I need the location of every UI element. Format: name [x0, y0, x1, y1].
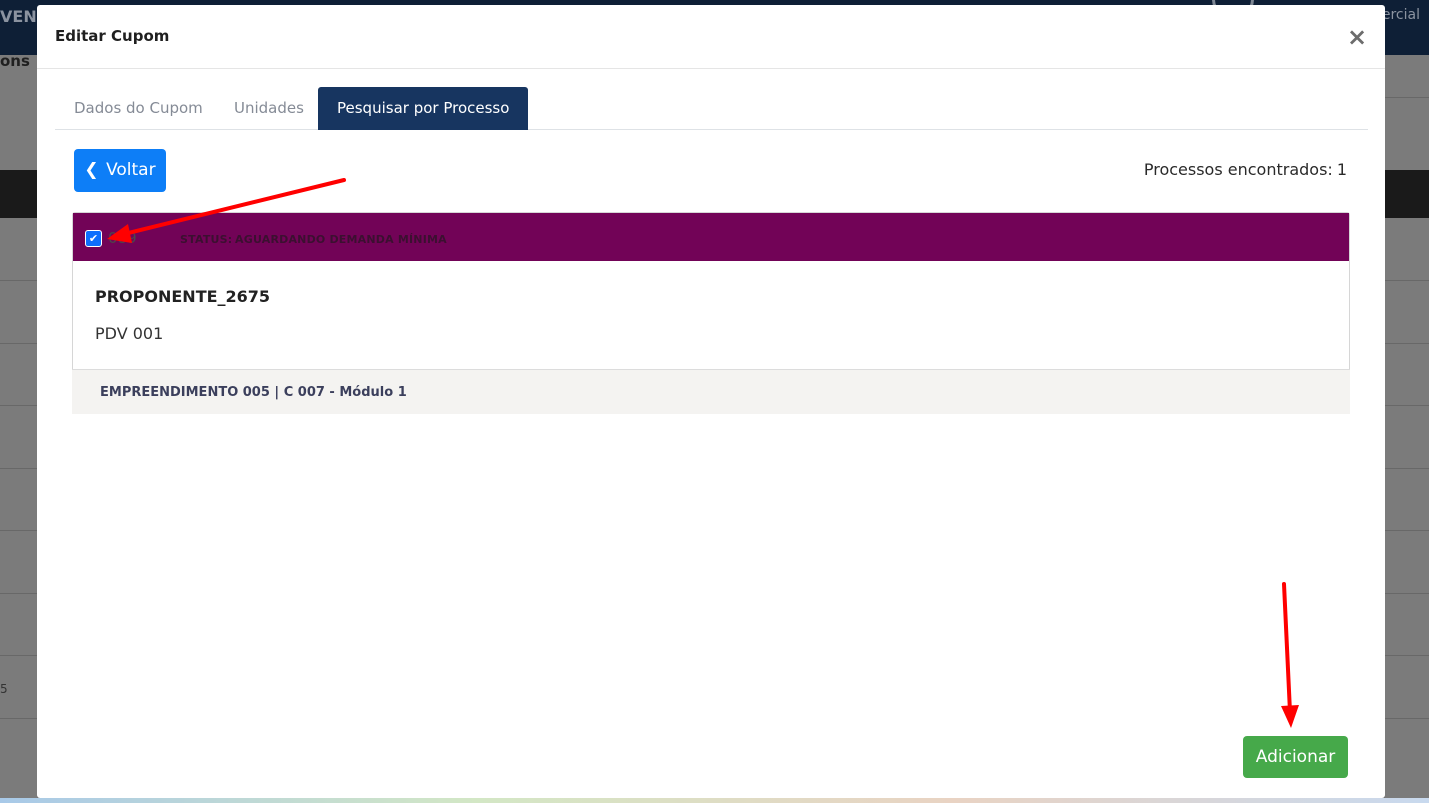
- background-row-divider: [1385, 405, 1429, 406]
- background-row-divider: [1385, 97, 1429, 98]
- background-user-text: ercial: [1381, 7, 1420, 23]
- checkmark-icon: ✔: [88, 232, 99, 245]
- background-row-divider: [1385, 468, 1429, 469]
- tab-pesquisar-por-processo[interactable]: Pesquisar por Processo: [318, 87, 529, 130]
- background-row-divider: [0, 655, 37, 656]
- background-row-divider: [1385, 593, 1429, 594]
- back-button[interactable]: ❮ Voltar: [74, 149, 166, 192]
- background-row-divider: [1385, 280, 1429, 281]
- background-row-divider: [0, 343, 37, 344]
- add-button[interactable]: Adicionar: [1243, 736, 1348, 778]
- background-row-divider: [0, 593, 37, 594]
- process-pdv: PDV 001: [95, 324, 164, 343]
- processes-found-label: Processos encontrados:: [1143, 160, 1333, 179]
- tab-dados-do-cupom[interactable]: Dados do Cupom: [55, 87, 222, 130]
- background-row-divider: [1385, 718, 1429, 719]
- background-row-divider: [0, 405, 37, 406]
- background-row-divider: [1385, 655, 1429, 656]
- processes-found-count: 1: [1336, 160, 1347, 179]
- process-number: 089: [108, 229, 137, 247]
- background-row-divider: [1385, 343, 1429, 344]
- background-table-header: [1385, 170, 1429, 218]
- edit-coupon-modal: Editar Cupom × Dados do Cupom Unidades P…: [37, 5, 1385, 798]
- background-row-divider: [0, 280, 37, 281]
- background-row-divider: [0, 718, 37, 719]
- process-select-checkbox[interactable]: ✔: [85, 230, 102, 247]
- chevron-left-icon: ❮: [84, 160, 99, 180]
- back-button-label: Voltar: [106, 160, 156, 180]
- background-left-number: 5: [0, 682, 8, 696]
- process-status-label: STATUS:: [180, 233, 233, 246]
- processes-found-counter: Processos encontrados: 1: [1144, 160, 1347, 179]
- background-table-header: [0, 170, 37, 218]
- background-row-divider: [0, 468, 37, 469]
- close-icon[interactable]: ×: [1345, 25, 1369, 49]
- modal-tabs: Dados do Cupom Unidades Pesquisar por Pr…: [55, 87, 1368, 130]
- process-card-header: ✔ 089 STATUS: AGUARDANDO DEMANDA MÍNIMA: [73, 213, 1349, 261]
- modal-title: Editar Cupom: [55, 27, 170, 45]
- background-left-title: ons: [0, 52, 30, 70]
- process-card-footer: EMPREENDIMENTO 005 | C 007 - Módulo 1: [72, 369, 1350, 414]
- process-card: ✔ 089 STATUS: AGUARDANDO DEMANDA MÍNIMA …: [72, 212, 1350, 414]
- process-status-value: AGUARDANDO DEMANDA MÍNIMA: [235, 233, 447, 246]
- background-row-divider: [0, 530, 37, 531]
- tab-unidades[interactable]: Unidades: [215, 87, 323, 130]
- process-development-info: EMPREENDIMENTO 005 | C 007 - Módulo 1: [100, 385, 407, 400]
- background-right-panel: [1385, 55, 1429, 803]
- process-proponent: PROPONENTE_2675: [95, 287, 271, 306]
- modal-header: Editar Cupom ×: [37, 5, 1385, 69]
- taskbar-strip: [0, 798, 1429, 803]
- background-row-divider: [1385, 530, 1429, 531]
